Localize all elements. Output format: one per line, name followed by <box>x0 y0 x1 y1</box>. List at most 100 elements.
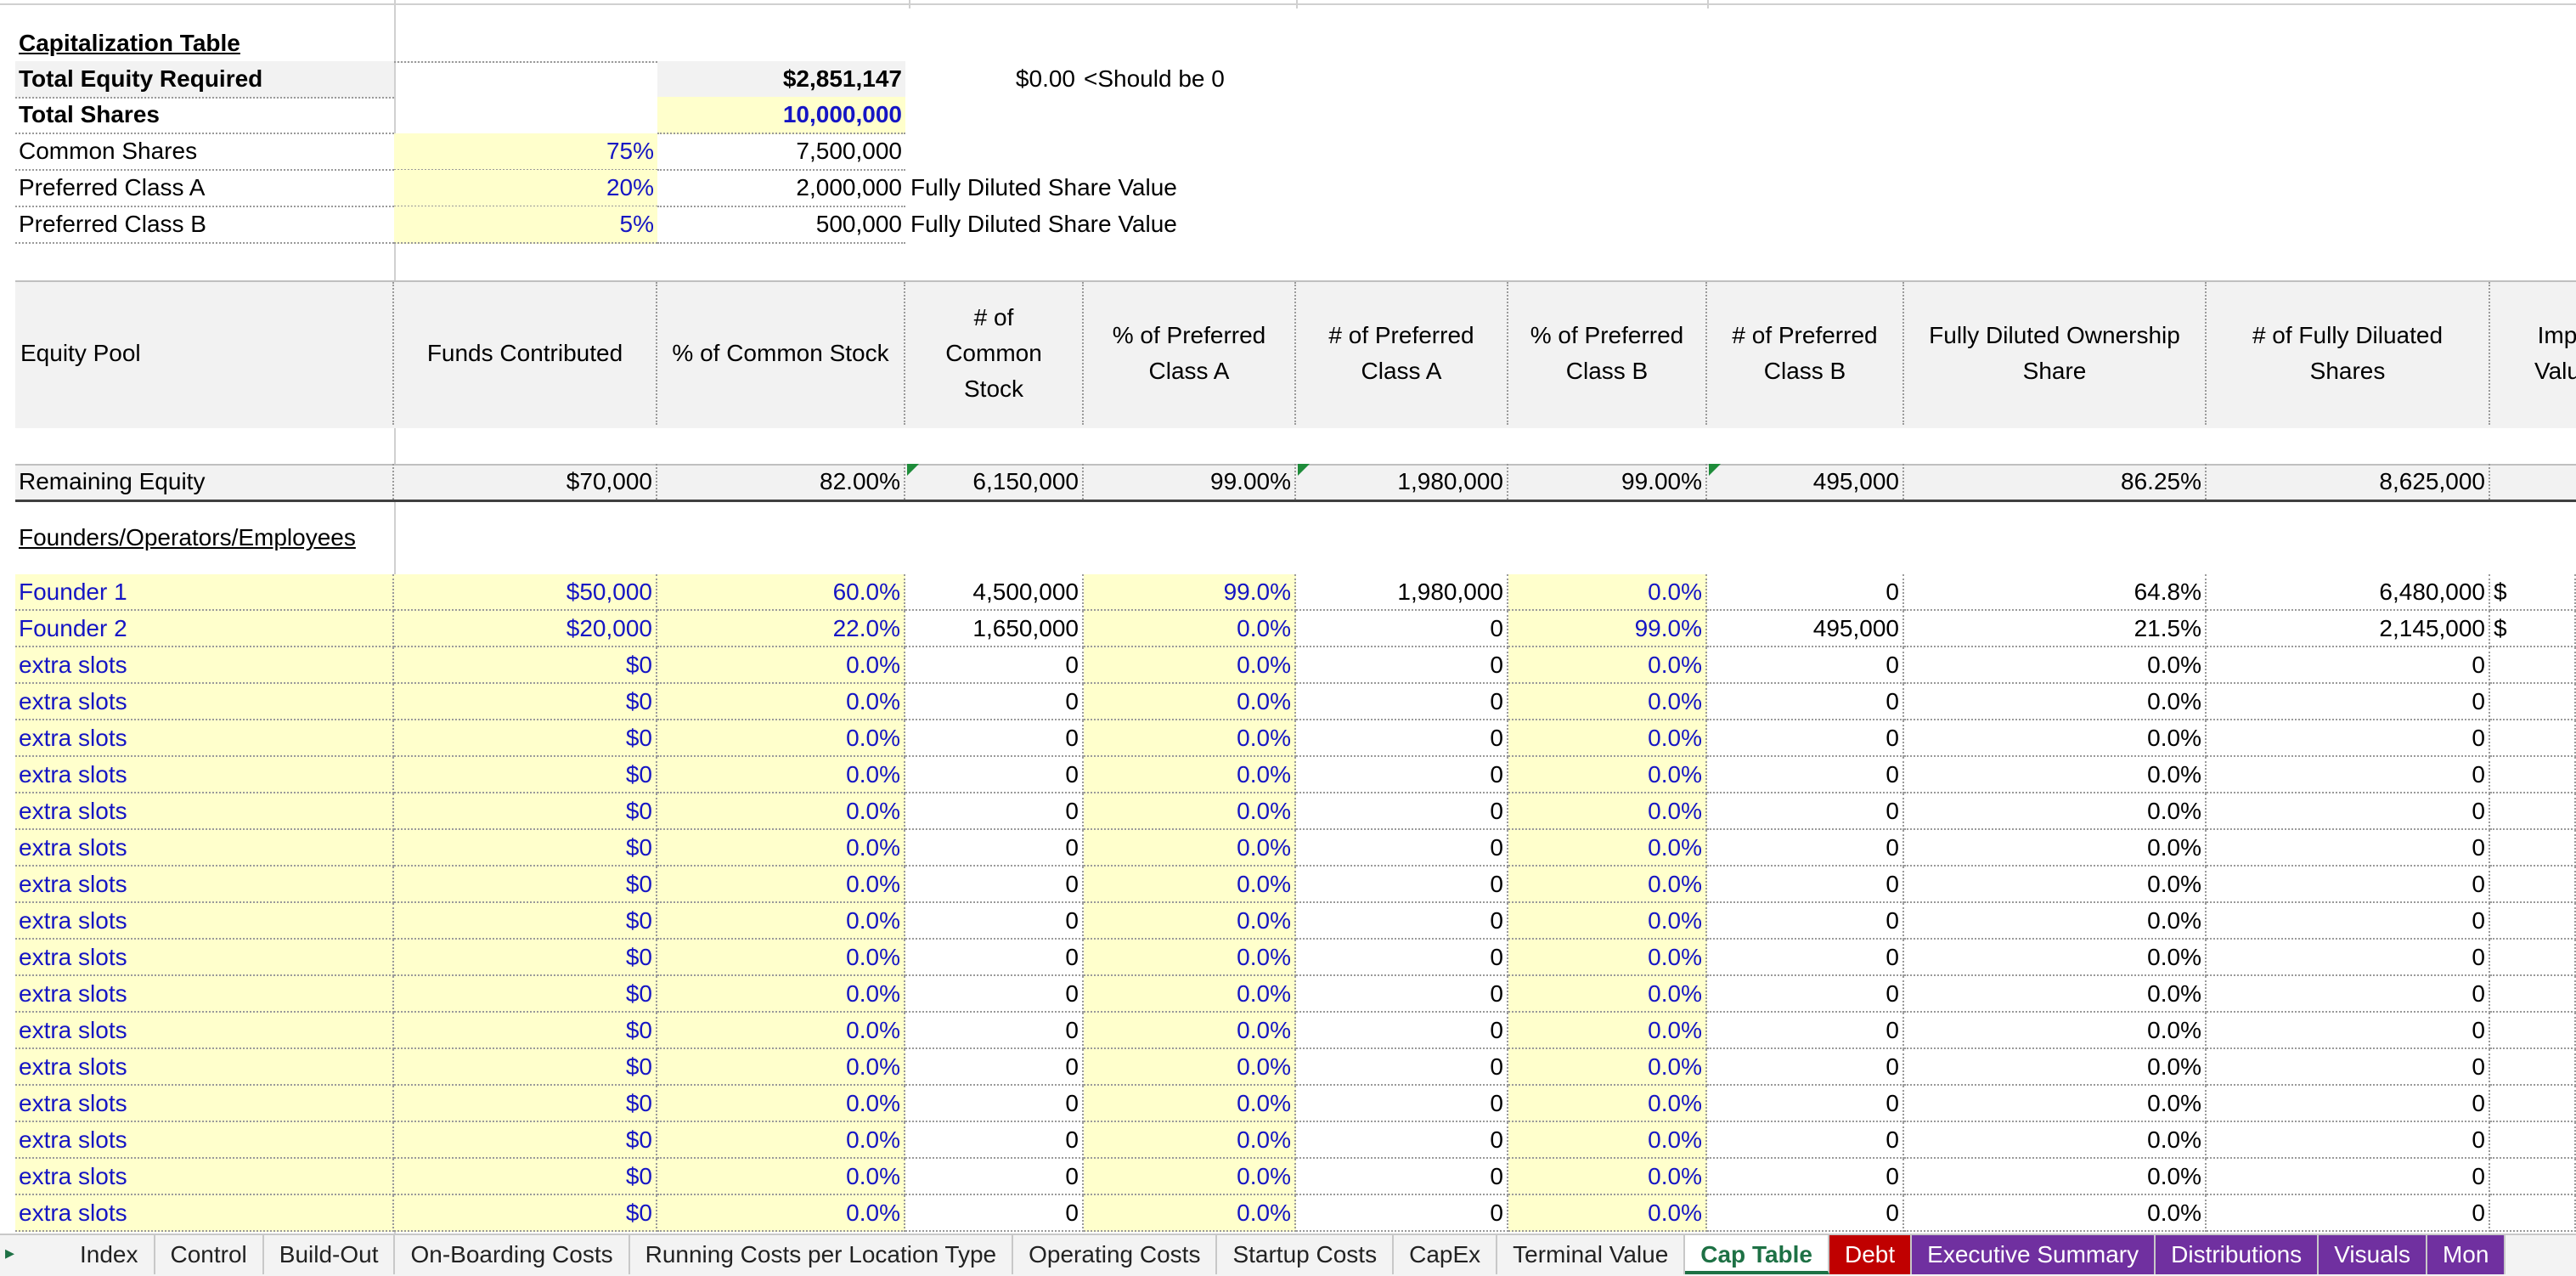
row-cell-pct-common[interactable]: 0.0% <box>657 940 905 976</box>
row-cell-funds[interactable]: $0 <box>394 867 657 903</box>
row-cell-pct-prefB[interactable]: 0.0% <box>1508 574 1707 611</box>
row-cell-num-prefB[interactable]: 0 <box>1707 720 1904 757</box>
row-cell-pct-common[interactable]: 0.0% <box>657 1013 905 1049</box>
row-cell-implied[interactable] <box>2490 903 2576 940</box>
row-cell-name[interactable]: extra slots <box>15 1159 394 1195</box>
row-cell-num-common[interactable]: 0 <box>905 647 1084 684</box>
row-cell-num-common[interactable]: 0 <box>905 757 1084 793</box>
row-cell-implied[interactable] <box>2490 684 2576 720</box>
row-cell-pct-prefB[interactable]: 0.0% <box>1508 647 1707 684</box>
row-cell-pct-prefA[interactable]: 0.0% <box>1084 867 1296 903</box>
row-cell-num-common[interactable]: 0 <box>905 976 1084 1013</box>
row-cell-num-common[interactable]: 0 <box>905 903 1084 940</box>
row-cell-pct-prefA[interactable]: 0.0% <box>1084 757 1296 793</box>
row-cell-funds[interactable]: $0 <box>394 976 657 1013</box>
row-cell-funds[interactable]: $0 <box>394 1086 657 1122</box>
row-cell-pct-prefA[interactable]: 0.0% <box>1084 1159 1296 1195</box>
row-cell-pct-common[interactable]: 0.0% <box>657 684 905 720</box>
row-cell-pct-prefB[interactable]: 0.0% <box>1508 684 1707 720</box>
check-value[interactable]: $0.00 <box>977 61 1079 97</box>
row-cell-num-prefA[interactable]: 0 <box>1296 611 1508 647</box>
remaining-num-prefB[interactable]: 495,000 <box>1707 464 1904 500</box>
row-cell-name[interactable]: extra slots <box>15 684 394 720</box>
row-cell-fd-share[interactable]: 0.0% <box>1904 793 2207 830</box>
prefB-shares-value[interactable]: 500,000 <box>657 206 905 244</box>
row-cell-funds[interactable]: $0 <box>394 1013 657 1049</box>
row-cell-name[interactable]: extra slots <box>15 793 394 830</box>
row-cell-implied[interactable] <box>2490 720 2576 757</box>
row-cell-pct-prefA[interactable]: 0.0% <box>1084 1013 1296 1049</box>
row-cell-pct-prefB[interactable]: 0.0% <box>1508 830 1707 867</box>
row-cell-pct-common[interactable]: 22.0% <box>657 611 905 647</box>
total-shares-input[interactable]: 10,000,000 <box>657 97 905 134</box>
row-cell-pct-prefA[interactable]: 0.0% <box>1084 684 1296 720</box>
row-cell-num-prefB[interactable]: 495,000 <box>1707 611 1904 647</box>
row-cell-implied[interactable] <box>2490 1159 2576 1195</box>
row-cell-implied[interactable] <box>2490 1013 2576 1049</box>
remaining-fd-share[interactable]: 86.25% <box>1904 464 2207 500</box>
remaining-num-common[interactable]: 6,150,000 <box>905 464 1084 500</box>
row-cell-pct-common[interactable]: 0.0% <box>657 1159 905 1195</box>
row-cell-funds[interactable]: $0 <box>394 684 657 720</box>
row-cell-num-prefA[interactable]: 0 <box>1296 684 1508 720</box>
row-cell-num-common[interactable]: 0 <box>905 1049 1084 1086</box>
row-cell-name[interactable]: Founder 1 <box>15 574 394 611</box>
row-cell-name[interactable]: Founder 2 <box>15 611 394 647</box>
row-cell-name[interactable]: extra slots <box>15 720 394 757</box>
sheet-tab-capex[interactable]: CapEx <box>1394 1235 1498 1274</box>
row-cell-num-prefA[interactable]: 0 <box>1296 1086 1508 1122</box>
row-cell-funds[interactable]: $0 <box>394 1122 657 1159</box>
row-cell-num-common[interactable]: 0 <box>905 720 1084 757</box>
row-cell-num-prefA[interactable]: 0 <box>1296 976 1508 1013</box>
common-shares-value[interactable]: 7,500,000 <box>657 133 905 171</box>
row-cell-num-prefB[interactable]: 0 <box>1707 903 1904 940</box>
row-cell-fd-share[interactable]: 0.0% <box>1904 720 2207 757</box>
row-cell-num-prefB[interactable]: 0 <box>1707 1159 1904 1195</box>
sheet-tab-on-boarding-costs[interactable]: On-Boarding Costs <box>395 1235 630 1274</box>
row-cell-num-common[interactable]: 1,650,000 <box>905 611 1084 647</box>
row-cell-num-prefB[interactable]: 0 <box>1707 684 1904 720</box>
row-cell-funds[interactable]: $0 <box>394 1049 657 1086</box>
row-cell-pct-prefB[interactable]: 0.0% <box>1508 1159 1707 1195</box>
row-cell-pct-prefA[interactable]: 0.0% <box>1084 1122 1296 1159</box>
spreadsheet-grid[interactable]: Capitalization Table Total Equity Requir… <box>0 0 2576 1234</box>
row-cell-funds[interactable]: $0 <box>394 903 657 940</box>
row-cell-fd-shares[interactable]: 0 <box>2207 1049 2490 1086</box>
row-cell-fd-share[interactable]: 0.0% <box>1904 1195 2207 1232</box>
row-cell-pct-common[interactable]: 0.0% <box>657 647 905 684</box>
row-cell-fd-shares[interactable]: 0 <box>2207 976 2490 1013</box>
total-equity-value[interactable]: $2,851,147 <box>657 61 905 99</box>
scroll-right-icon[interactable]: ▸ <box>5 1242 14 1264</box>
row-cell-implied[interactable]: $ <box>2490 574 2576 611</box>
row-cell-implied[interactable] <box>2490 1122 2576 1159</box>
row-cell-pct-prefB[interactable]: 0.0% <box>1508 976 1707 1013</box>
remaining-num-prefA[interactable]: 1,980,000 <box>1296 464 1508 500</box>
row-cell-fd-share[interactable]: 0.0% <box>1904 1122 2207 1159</box>
row-cell-num-prefA[interactable]: 0 <box>1296 1049 1508 1086</box>
row-cell-name[interactable]: extra slots <box>15 867 394 903</box>
row-cell-fd-shares[interactable]: 6,480,000 <box>2207 574 2490 611</box>
row-cell-implied[interactable] <box>2490 940 2576 976</box>
row-cell-fd-shares[interactable]: 0 <box>2207 903 2490 940</box>
row-cell-num-prefA[interactable]: 0 <box>1296 940 1508 976</box>
row-cell-pct-prefB[interactable]: 0.0% <box>1508 757 1707 793</box>
row-cell-funds[interactable]: $0 <box>394 647 657 684</box>
row-cell-num-prefB[interactable]: 0 <box>1707 647 1904 684</box>
row-cell-fd-share[interactable]: 0.0% <box>1904 757 2207 793</box>
row-cell-fd-shares[interactable]: 0 <box>2207 1122 2490 1159</box>
row-cell-pct-prefA[interactable]: 0.0% <box>1084 1049 1296 1086</box>
row-cell-implied[interactable] <box>2490 1049 2576 1086</box>
row-cell-pct-common[interactable]: 60.0% <box>657 574 905 611</box>
row-cell-num-common[interactable]: 0 <box>905 1013 1084 1049</box>
prefB-pct-input[interactable]: 5% <box>394 206 657 244</box>
row-cell-pct-common[interactable]: 0.0% <box>657 793 905 830</box>
row-cell-implied[interactable] <box>2490 793 2576 830</box>
row-cell-fd-share[interactable]: 0.0% <box>1904 940 2207 976</box>
row-cell-pct-prefB[interactable]: 0.0% <box>1508 1013 1707 1049</box>
row-cell-pct-prefA[interactable]: 0.0% <box>1084 611 1296 647</box>
row-cell-fd-share[interactable]: 0.0% <box>1904 684 2207 720</box>
row-cell-pct-prefB[interactable]: 0.0% <box>1508 1086 1707 1122</box>
row-cell-funds[interactable]: $0 <box>394 793 657 830</box>
row-cell-num-prefA[interactable]: 0 <box>1296 757 1508 793</box>
row-cell-num-prefA[interactable]: 0 <box>1296 867 1508 903</box>
